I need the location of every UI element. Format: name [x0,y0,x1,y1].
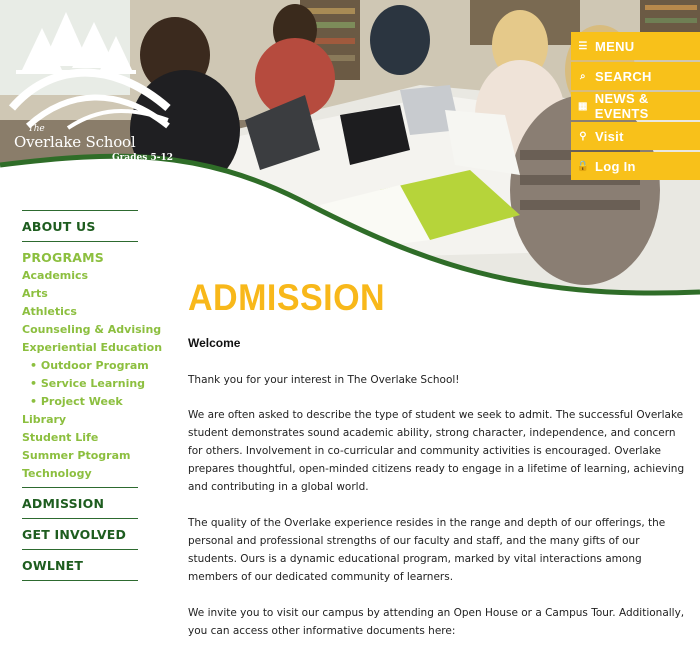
nav-admission[interactable]: ADMISSION [22,488,138,519]
page-title: ADMISSION [188,277,386,318]
calendar-icon: ▦ [578,100,588,112]
nav-item-arts[interactable]: Arts [22,285,138,303]
login-label: Log In [595,158,636,174]
logo-grades: Grades 5-12 [111,153,173,163]
welcome-heading: Welcome [188,336,241,350]
top-menu: ☰ MENU ⌕ SEARCH ▦ NEWS & EVENTS ⚲ Visit … [571,32,700,182]
nav-programs[interactable]: PROGRAMS [22,242,138,267]
experience-paragraph: The quality of the Overlake experience r… [188,517,666,583]
lock-icon: 🔒 [576,160,590,172]
nav-item-outdoor-program[interactable]: • Outdoor Program [22,357,149,375]
menu-button-label: MENU [595,38,635,54]
search-icon: ⌕ [580,70,586,82]
nav-item-athletics[interactable]: Athletics [22,303,138,321]
intro-paragraph: Thank you for your interest in The Overl… [188,374,460,386]
logo-the: The [28,124,45,134]
nav-item-experiential[interactable]: Experiential Education [22,339,162,357]
visit-paragraph: We invite you to visit our campus by att… [188,607,685,637]
logo-trees-icon [8,12,171,130]
login-button[interactable]: 🔒 Log In [571,152,700,180]
menu-button[interactable]: ☰ MENU [571,32,700,60]
school-logo[interactable]: The Overlake School Grades 5-12 [8,8,173,166]
news-events-label: NEWS & EVENTS [594,91,649,121]
logo-wordmark: The Overlake School [14,124,136,151]
nav-item-library[interactable]: Library [22,411,138,429]
nav-item-technology[interactable]: Technology [22,465,138,483]
nav-about-us[interactable]: ABOUT US [22,210,138,242]
nav-item-service-learning[interactable]: • Service Learning [22,375,145,393]
nav-item-summer-program[interactable]: Summer Ptogram [22,447,138,465]
nav-item-counseling[interactable]: Counseling & Advising [22,321,161,339]
nav-item-project-week[interactable]: • Project Week [22,393,138,411]
map-pin-icon: ⚲ [579,130,587,142]
search-button-label: SEARCH [595,68,652,84]
visit-button[interactable]: ⚲ Visit [571,122,700,150]
programs-section: PROGRAMS Academics Arts Athletics Counse… [22,242,162,488]
logo-name: Overlake School [14,133,136,151]
nav-item-academics[interactable]: Academics [22,267,138,285]
main-content: ADMISSION Welcome Thank you for your int… [188,276,688,637]
sidebar-nav: ABOUT US PROGRAMS Academics Arts Athleti… [22,210,162,581]
hamburger-icon: ☰ [578,40,588,52]
nav-get-involved[interactable]: GET INVOLVED [22,519,138,550]
visit-label: Visit [595,128,624,144]
nav-item-student-life[interactable]: Student Life [22,429,138,447]
student-paragraph: We are often asked to describe the type … [188,409,685,493]
news-events-button[interactable]: ▦ NEWS & EVENTS [571,91,700,121]
search-button[interactable]: ⌕ SEARCH [571,62,700,90]
nav-owlnet[interactable]: OWLNET [22,550,138,581]
